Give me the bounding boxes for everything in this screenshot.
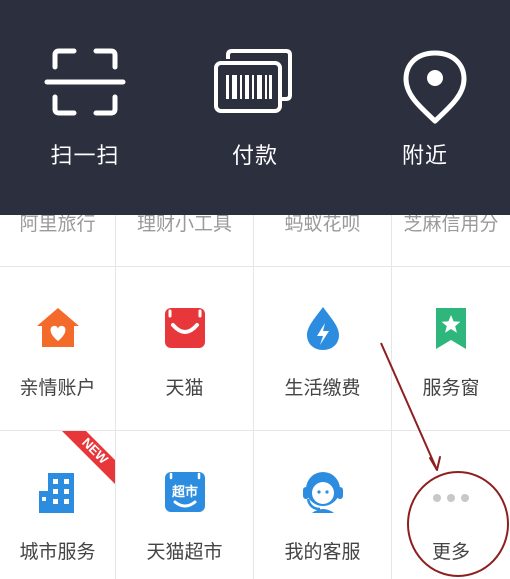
app-grid: 阿里旅行 理财小工具 蚂蚁花呗 芝麻信用分 亲情账户 天猫 生活缴费 服务窗 城… — [0, 215, 510, 579]
pay-button[interactable]: 付款 — [170, 0, 340, 215]
grid-item-family-account[interactable]: 亲情账户 — [0, 267, 116, 431]
grid-item-label: 生活缴费 — [284, 377, 361, 399]
grid-item-tmall[interactable]: 天猫 — [116, 267, 254, 431]
scan-label: 扫一扫 — [50, 144, 120, 169]
grid-item-finance-tools[interactable]: 理财小工具 — [116, 215, 254, 267]
service-bookmark-icon — [436, 308, 466, 349]
grid-item-city-services[interactable]: 城市服务 NEW — [0, 431, 116, 579]
grid-item-service-window[interactable]: 服务窗 — [392, 267, 510, 431]
grid-item-label: 芝麻信用分 — [403, 215, 499, 235]
grid-item-tmall-supermarket[interactable]: 超市 天猫超市 — [116, 431, 254, 579]
more-dots-icon — [433, 494, 469, 502]
grid-item-label: 服务窗 — [422, 377, 480, 399]
nearby-label: 附近 — [401, 144, 448, 169]
grid-item-label: 理财小工具 — [136, 215, 232, 235]
svg-text:超市: 超市 — [171, 484, 197, 500]
grid-item-label: 亲情账户 — [19, 377, 96, 399]
grid-item-label: 阿里旅行 — [19, 215, 96, 235]
grid-item-label: 我的客服 — [284, 541, 361, 563]
barcode-icon — [214, 49, 292, 113]
utility-drop-icon — [306, 307, 339, 350]
scan-button[interactable]: 扫一扫 — [0, 0, 170, 215]
family-house-icon — [36, 308, 79, 347]
grid-item-customer-service[interactable]: 我的客服 — [254, 431, 392, 579]
grid-item-label: 天猫超市 — [146, 541, 223, 563]
grid-item-more[interactable]: 更多 — [392, 431, 510, 579]
grid-item-label: 天猫 — [165, 377, 204, 399]
grid-item-label: 城市服务 — [19, 541, 96, 563]
grid-item-label: 更多 — [431, 541, 470, 563]
grid-item-utility-payment[interactable]: 生活缴费 — [254, 267, 392, 431]
scan-icon — [44, 48, 126, 116]
grid-item-credit-score[interactable]: 芝麻信用分 — [392, 215, 510, 267]
customer-service-icon — [302, 472, 343, 513]
grid-item-huabei[interactable]: 蚂蚁花呗 — [254, 215, 392, 267]
tmall-supermarket-icon: 超市 — [164, 472, 205, 512]
grid-item-label: 蚂蚁花呗 — [284, 215, 361, 235]
grid-item-travel[interactable]: 阿里旅行 — [0, 215, 116, 267]
pay-label: 付款 — [231, 144, 278, 169]
tmall-icon — [164, 308, 205, 348]
location-pin-icon — [403, 50, 467, 124]
nearby-button[interactable]: 附近 — [340, 0, 510, 215]
new-badge: NEW — [62, 431, 115, 484]
top-action-bar: 扫一扫 付款 附近 — [0, 0, 510, 215]
